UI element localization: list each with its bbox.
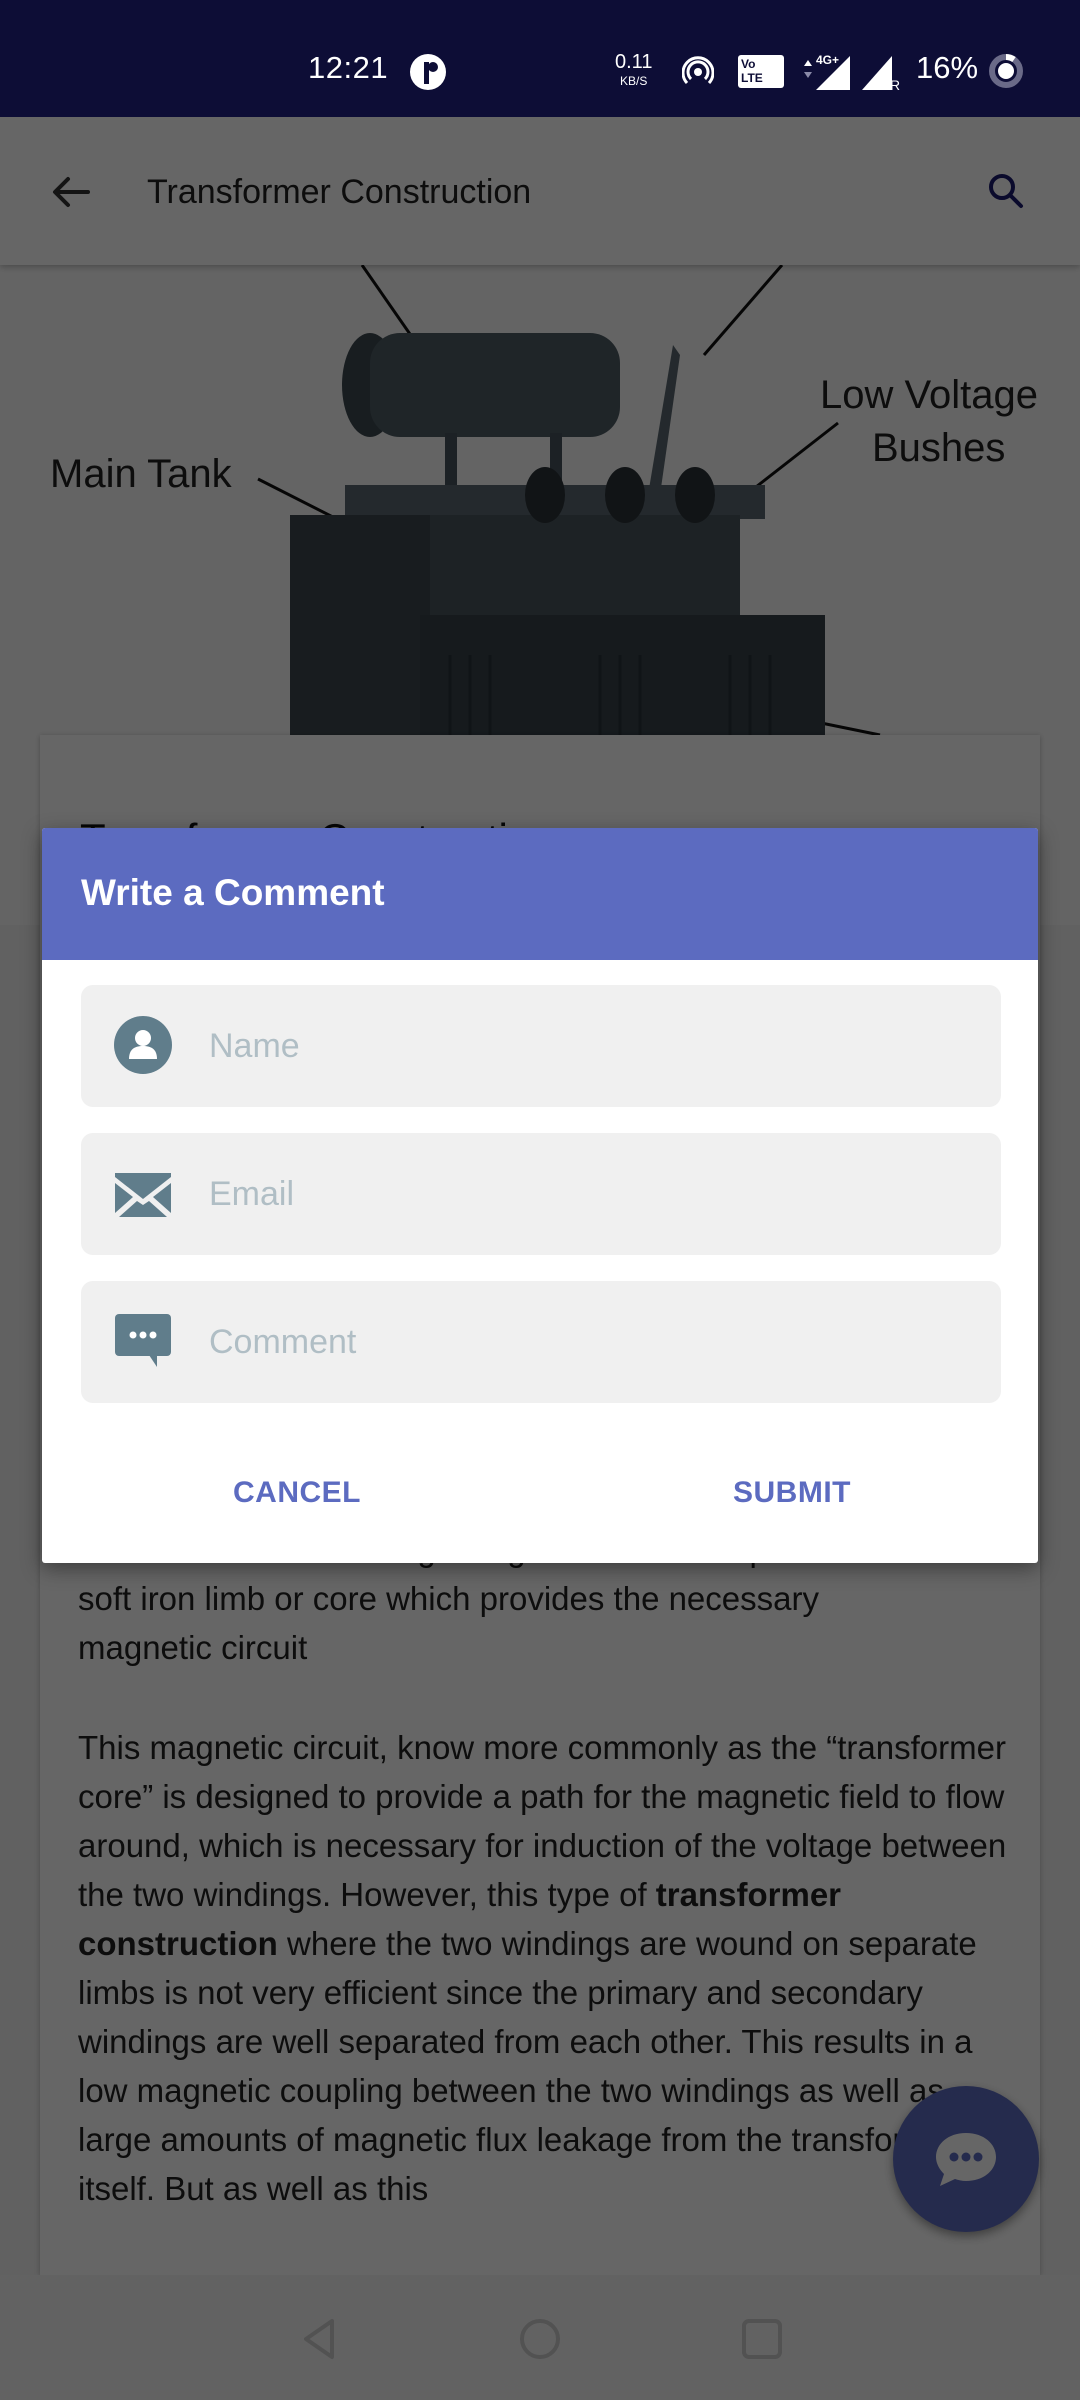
person-icon: [114, 1016, 172, 1074]
name-input[interactable]: [209, 985, 979, 1107]
name-field[interactable]: [81, 985, 1001, 1107]
signal-4g-icon: 4G+: [804, 53, 850, 90]
chat-bubble-icon: [115, 1314, 171, 1367]
email-input[interactable]: [209, 1133, 979, 1255]
comment-dialog: Write a Comment CANCEL SUBMIT: [42, 828, 1038, 1563]
dialog-header: Write a Comment: [42, 828, 1038, 960]
svg-text:R: R: [890, 77, 900, 90]
app-notification-icon: [410, 54, 446, 90]
battery-icon: [989, 53, 1023, 88]
dialog-title: Write a Comment: [81, 872, 385, 913]
svg-text:4G+: 4G+: [816, 53, 839, 67]
network-speed: 0.11 KB/S: [615, 51, 653, 88]
comment-input[interactable]: [209, 1281, 979, 1403]
battery-percent: 16%: [916, 50, 979, 85]
status-bar: 12:21 0.11 KB/S Vo LTE 4G+ R 16%: [0, 0, 1080, 117]
submit-button[interactable]: SUBMIT: [733, 1476, 851, 1510]
volte-icon: Vo LTE: [738, 55, 784, 88]
envelope-icon: [115, 1173, 171, 1217]
email-field[interactable]: [81, 1133, 1001, 1255]
hotspot-icon: [682, 56, 714, 85]
cancel-button[interactable]: CANCEL: [233, 1476, 361, 1510]
clock: 12:21: [308, 50, 389, 85]
comment-field[interactable]: [81, 1281, 1001, 1403]
signal-roaming-icon: R: [862, 56, 900, 90]
